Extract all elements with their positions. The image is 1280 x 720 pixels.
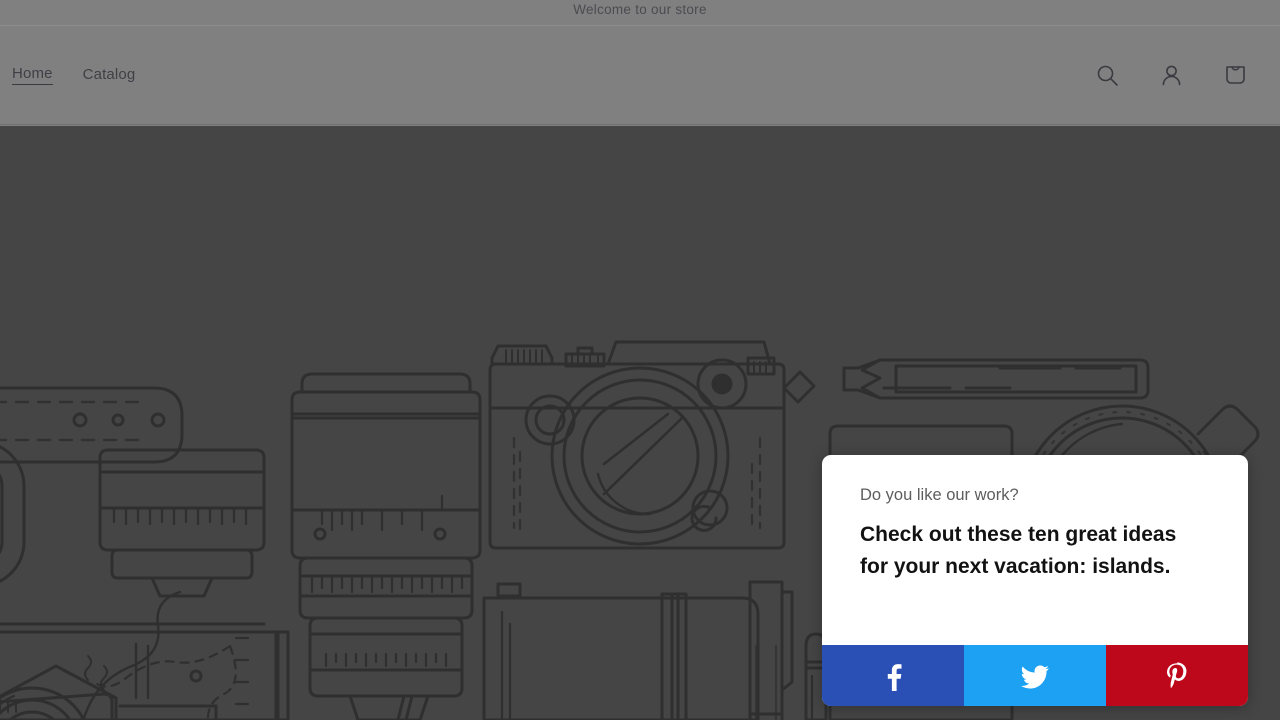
search-button[interactable] bbox=[1086, 54, 1128, 96]
twitter-icon bbox=[1019, 660, 1051, 692]
account-button[interactable] bbox=[1150, 54, 1192, 96]
share-popup-kicker: Do you like our work? bbox=[860, 486, 1019, 504]
primary-nav: Home Catalog bbox=[12, 65, 135, 85]
share-popup: Do you like our work? Check out these te… bbox=[822, 455, 1248, 706]
cart-button[interactable] bbox=[1214, 54, 1256, 96]
share-popup-title: Check out these ten great ideas for your… bbox=[860, 523, 1177, 578]
share-pinterest-button[interactable] bbox=[1106, 645, 1248, 706]
account-icon bbox=[1159, 63, 1184, 88]
site-header: Welcome to our store Home Catalog bbox=[0, 0, 1280, 126]
cart-icon bbox=[1222, 62, 1249, 89]
header-actions bbox=[1086, 54, 1268, 96]
nav-link-catalog[interactable]: Catalog bbox=[83, 66, 136, 85]
share-popup-body: Do you like our work? Check out these te… bbox=[822, 455, 1248, 645]
store-page: Z Welcome to our bbox=[0, 0, 1280, 720]
facebook-icon bbox=[878, 661, 908, 691]
nav-link-home[interactable]: Home bbox=[12, 65, 53, 85]
share-twitter-button[interactable] bbox=[964, 645, 1106, 706]
share-button-bar bbox=[822, 645, 1248, 706]
navigation-bar: Home Catalog bbox=[0, 26, 1280, 125]
search-icon bbox=[1095, 63, 1120, 88]
share-facebook-button[interactable] bbox=[822, 645, 964, 706]
close-icon[interactable] bbox=[1244, 455, 1248, 465]
pinterest-icon bbox=[1162, 661, 1192, 691]
announcement-text: Welcome to our store bbox=[573, 2, 707, 17]
announcement-bar: Welcome to our store bbox=[0, 0, 1280, 26]
